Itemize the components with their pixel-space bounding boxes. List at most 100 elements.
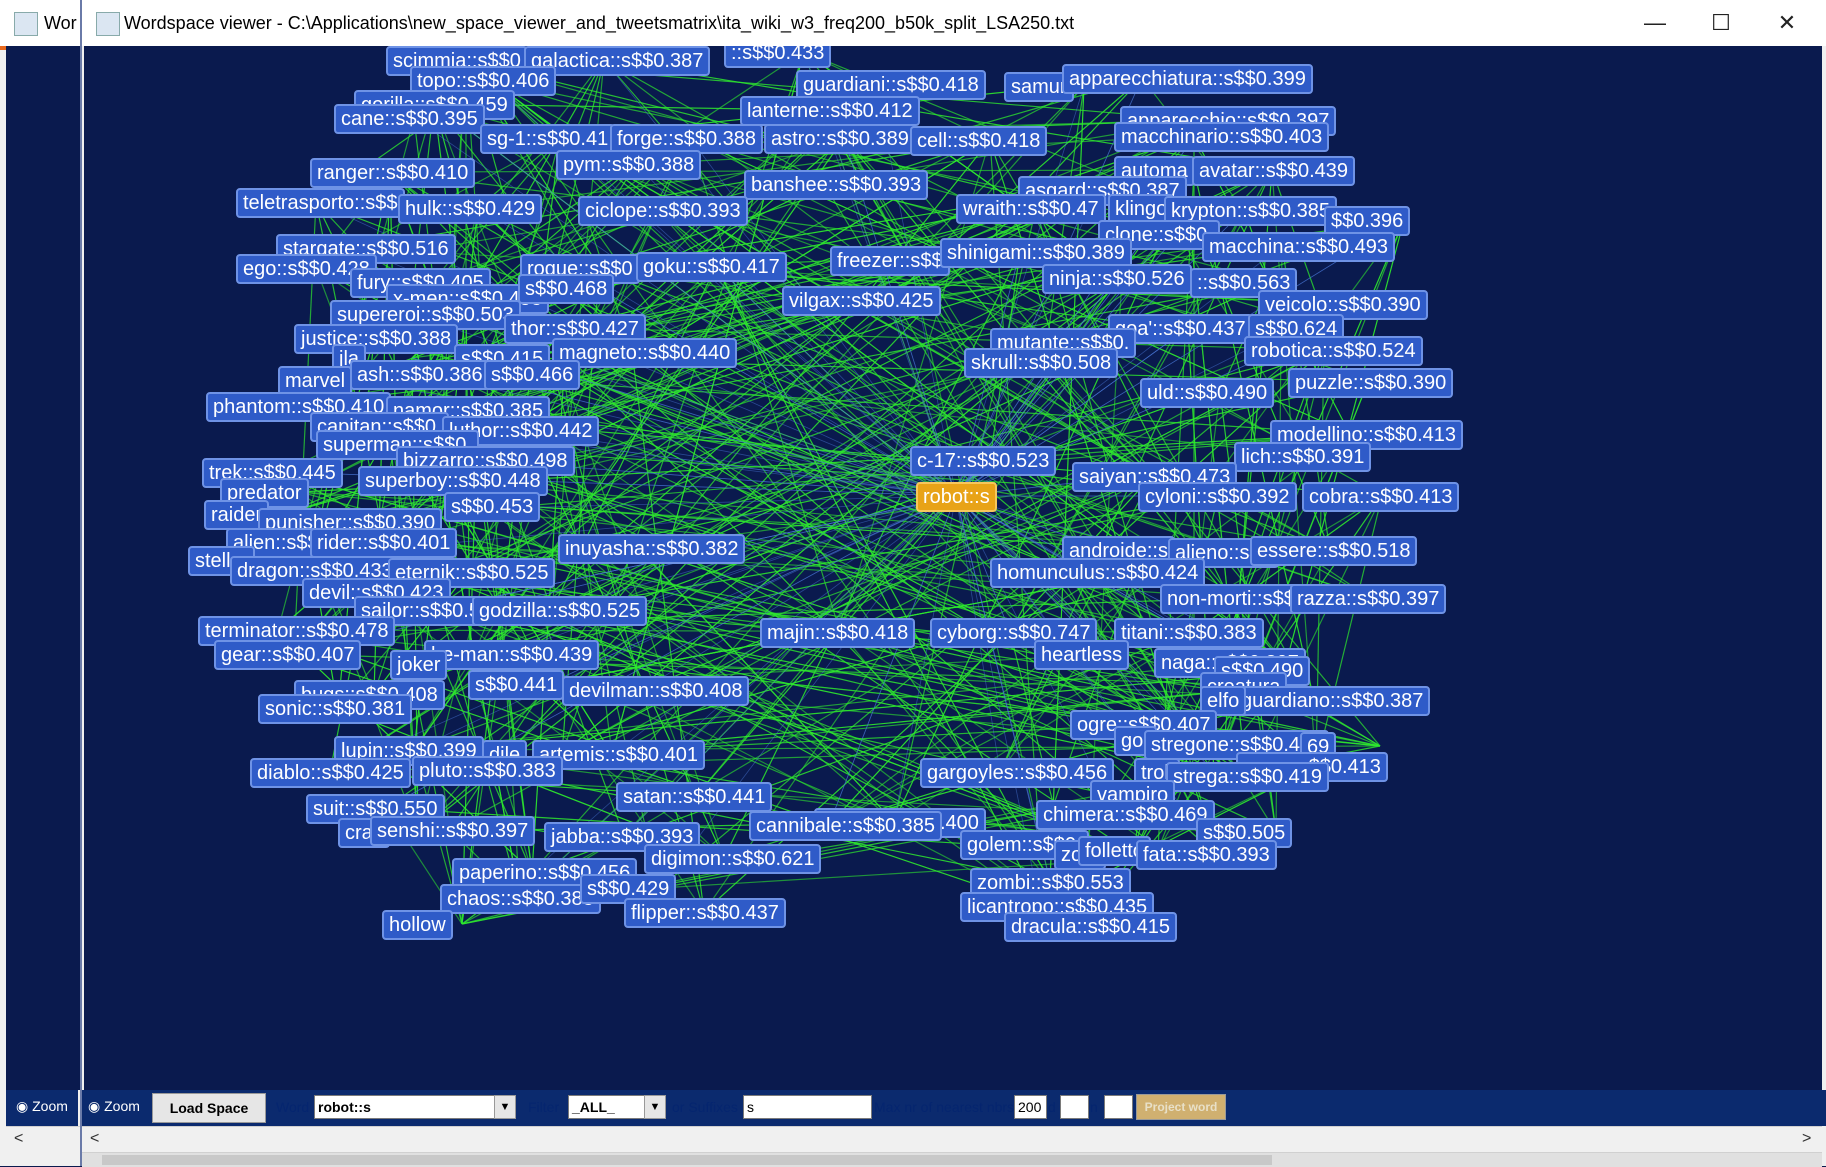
graph-node[interactable]: lich::s$$0.391 (1234, 442, 1372, 472)
neighbors-input[interactable]: 200 (1014, 1095, 1047, 1119)
graph-node[interactable]: razza::s$$0.397 (1290, 584, 1447, 614)
d-label: d (1048, 1099, 1056, 1115)
graph-node[interactable]: cell::s$$0.418 (910, 126, 1048, 156)
graph-node[interactable]: strega::s$$0.419 (1166, 762, 1329, 792)
graph-node[interactable]: fata::s$$0.393 (1136, 840, 1277, 870)
graph-node[interactable]: he-man::s$$0.439 (424, 640, 600, 670)
graph-node[interactable]: joker (390, 650, 448, 680)
zoom-radio[interactable]: ◉ Zoom (88, 1098, 140, 1115)
graph-node[interactable]: goku::s$$0.417 (636, 252, 787, 282)
load-space-button[interactable]: Load Space (152, 1093, 266, 1123)
background-toolbar: ◉ Zoom (6, 1090, 78, 1126)
graph-node[interactable]: diablo::s$$0.425 (250, 758, 411, 788)
graph-node[interactable]: non-morti::s$$ (1160, 584, 1302, 614)
graph-node[interactable]: robotica::s$$0.524 (1244, 336, 1423, 366)
graph-node[interactable]: essere::s$$0.518 (1250, 536, 1418, 566)
background-scroll-left-icon[interactable]: < (14, 1130, 23, 1148)
graph-node[interactable]: ciclope::s$$0.393 (578, 196, 748, 226)
graph-node[interactable]: cannibale::s$$0.385 (749, 811, 943, 841)
graph-node[interactable]: puzzle::s$$0.390 (1288, 368, 1454, 398)
graph-node[interactable]: lanterne::s$$0.412 (740, 96, 920, 126)
d-input[interactable] (1060, 1095, 1089, 1119)
graph-node[interactable]: chimera::s$$0.469 (1036, 800, 1215, 830)
graph-node[interactable]: teletrasporto::s$$ (236, 188, 405, 218)
graph-node[interactable]: hulk::s$$0.429 (398, 194, 543, 224)
secondary-scrollbar[interactable] (82, 1152, 1822, 1167)
close-button[interactable]: ✕ (1756, 0, 1818, 46)
suffix-label: or Suffixes (672, 1099, 738, 1115)
n-label: n (1090, 1099, 1098, 1115)
graph-node[interactable]: astro::s$$0.389 (764, 124, 916, 154)
graph-node[interactable]: wraith::s$$0.47 (956, 194, 1106, 224)
graph-node[interactable]: guardiano::s$$0.387 (1234, 686, 1431, 716)
filter-label: Filter (528, 1099, 560, 1115)
java-app-icon (14, 12, 38, 36)
graph-node[interactable]: ::s$$0.433 (724, 46, 832, 68)
filter-dropdown-arrow-icon[interactable]: ▼ (644, 1095, 666, 1119)
graph-node[interactable]: apparecchiatura::s$$0.399 (1062, 64, 1313, 94)
graph-node[interactable]: justice::s$$0.388 (294, 324, 459, 354)
project-word-button[interactable]: Project word (1136, 1094, 1226, 1120)
background-window-title: Wor (44, 13, 77, 33)
graph-node[interactable]: ash::s$$0.386 (350, 360, 490, 390)
graph-node[interactable]: vilgax::s$$0.425 (782, 286, 941, 316)
minimize-button[interactable]: — (1624, 0, 1686, 46)
graph-node[interactable]: freezer::s$$ (830, 246, 950, 276)
n-input[interactable] (1104, 1095, 1133, 1119)
scroll-right-icon[interactable]: > (1802, 1130, 1811, 1148)
graph-node[interactable]: satan::s$$0.441 (616, 782, 773, 812)
graph-node[interactable]: sonic::s$$0.381 (258, 694, 413, 724)
graph-node[interactable]: macchina::s$$0.493 (1202, 232, 1396, 262)
graph-node[interactable]: s$$0.466 (484, 360, 581, 390)
scroll-left-icon[interactable]: < (90, 1130, 99, 1148)
graph-node[interactable]: macchinario::s$$0.403 (1114, 122, 1330, 152)
graph-node[interactable]: ninja::s$$0.526 (1042, 264, 1192, 294)
graph-node[interactable]: gear::s$$0.407 (214, 640, 362, 670)
filter-combo[interactable]: _ALL_ (568, 1095, 645, 1119)
graph-node[interactable]: uld::s$$0.490 (1140, 378, 1275, 408)
graph-node[interactable]: flipper::s$$0.437 (624, 898, 786, 928)
background-scrollbar[interactable]: < (6, 1126, 80, 1153)
graph-node[interactable]: digimon::s$$0.621 (644, 844, 822, 874)
window-titlebar[interactable]: Wordspace viewer - C:\Applications\new_s… (82, 0, 1826, 46)
graph-node[interactable]: dracula::s$$0.415 (1004, 912, 1178, 942)
word-dropdown-arrow-icon[interactable]: ▼ (494, 1095, 516, 1119)
graph-node[interactable]: cobra::s$$0.413 (1302, 482, 1460, 512)
graph-node[interactable]: inuyasha::s$$0.382 (558, 534, 746, 564)
graph-node[interactable]: s$$0.468 (518, 274, 615, 304)
graph-node[interactable]: titani::s$$0.383 (1114, 618, 1264, 648)
maximize-button[interactable]: ☐ (1690, 0, 1752, 46)
word-combo[interactable]: robot::s (314, 1095, 495, 1119)
word-graph-canvas[interactable]: scimmia::s$$0 galactica::s$$0.387::s$$0.4… (84, 46, 1822, 1090)
graph-node[interactable]: gargoyles::s$$0.456 (920, 758, 1115, 788)
graph-node[interactable]: godzilla::s$$0.525 (472, 596, 648, 626)
word-label: Word (276, 1099, 310, 1115)
graph-node[interactable]: skrull::s$$0.508 (964, 348, 1119, 378)
graph-node[interactable]: cyloni::s$$0.392 (1138, 482, 1297, 512)
bottom-toolbar: ◉ Zoom Load Space Word robot::s ▼ Filter… (82, 1090, 1826, 1126)
suffix-input[interactable]: s (743, 1095, 872, 1119)
graph-node[interactable]: heartless (1034, 640, 1130, 670)
graph-node[interactable]: c-17::s$$0.523 (910, 446, 1057, 476)
graph-node[interactable]: pluto::s$$0.383 (412, 756, 563, 786)
graph-node[interactable]: avatar::s$$0.439 (1192, 156, 1355, 186)
graph-node[interactable]: chaos::s$$0.388 (440, 884, 601, 914)
neighbors-label: Max nr of nearest nbrs (874, 1099, 1015, 1115)
graph-node[interactable]: majin::s$$0.418 (760, 618, 916, 648)
graph-node[interactable]: pym::s$$0.388 (556, 150, 702, 180)
horizontal-scrollbar[interactable]: < > (82, 1126, 1822, 1153)
scrollbar-thumb[interactable] (102, 1155, 1272, 1165)
background-zoom-radio[interactable]: ◉ Zoom (16, 1098, 68, 1115)
background-window-titlebar[interactable]: Wor (0, 0, 86, 46)
graph-node[interactable]: devilman::s$$0.408 (562, 676, 750, 706)
graph-node[interactable]: cane::s$$0.395 (334, 104, 485, 134)
graph-node[interactable]: rider::s$$0.401 (310, 528, 458, 558)
graph-node[interactable]: s$$0.453 (444, 492, 541, 522)
graph-node[interactable]: senshi::s$$0.397 (370, 816, 536, 846)
center-word-node[interactable]: robot::s (916, 482, 997, 512)
main-window: Wordspace viewer - C:\Applications\new_s… (80, 0, 1826, 1167)
graph-node[interactable]: ranger::s$$0.410 (310, 158, 476, 188)
graph-node[interactable]: hollow (382, 910, 453, 940)
graph-node[interactable]: banshee::s$$0.393 (744, 170, 929, 200)
graph-node[interactable]: s$$0.441 (468, 670, 565, 700)
